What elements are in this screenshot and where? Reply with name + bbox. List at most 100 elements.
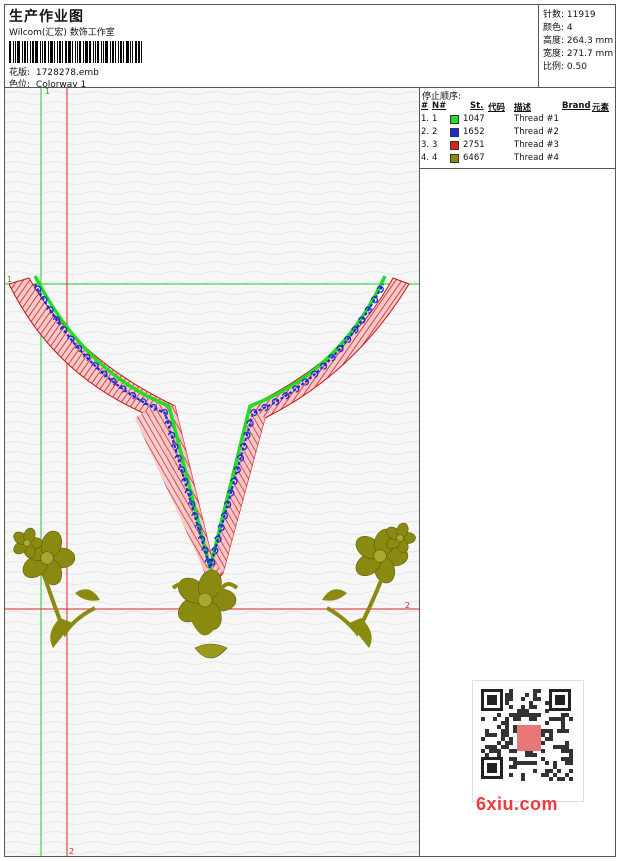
barcode-bar (15, 41, 16, 63)
qr-module (521, 709, 525, 713)
barcode-bar (42, 41, 43, 63)
qr-module (533, 769, 537, 773)
guide-label-bottom: 2 (69, 847, 74, 856)
qr-module (501, 729, 505, 733)
qr-module (565, 729, 569, 733)
qr-module (561, 713, 565, 717)
qr-module (509, 689, 513, 693)
row-code: 1047 (463, 114, 485, 124)
qr-module (513, 717, 517, 721)
qr-module (493, 749, 497, 753)
table-row: 4. 4 6467 Thread #4 (420, 152, 616, 165)
qr-module (505, 693, 509, 697)
qr-module (553, 745, 557, 749)
barcode-bar (138, 41, 140, 63)
qr-module (557, 769, 561, 773)
qr-module (529, 713, 533, 717)
qr-module (541, 773, 545, 777)
qr-module (505, 745, 509, 749)
barcode-bar (68, 41, 71, 63)
qr-module (485, 729, 489, 733)
row-number: 1. (421, 114, 430, 124)
barcode-bar (97, 41, 99, 63)
qr-module (553, 717, 557, 721)
qr-module (513, 765, 517, 769)
qr-module (505, 697, 509, 701)
row-desc: Thread #3 (514, 140, 559, 150)
barcode-bar (59, 41, 61, 63)
barcode-image (9, 41, 145, 63)
qr-module (561, 721, 565, 725)
row-code: 2751 (463, 140, 485, 150)
row-n: 1 (432, 114, 438, 124)
barcode-bar (83, 41, 84, 63)
color-swatch-green (450, 115, 459, 124)
barcode-bar (27, 41, 28, 63)
row-desc: Thread #1 (514, 114, 559, 124)
qr-module (537, 689, 541, 693)
qr-module (489, 749, 493, 753)
qr-module (513, 729, 517, 733)
barcode-bar (65, 41, 67, 63)
qr-module (533, 753, 537, 757)
qr-module (505, 717, 509, 721)
qr-module (533, 705, 537, 709)
barcode-bar (93, 41, 94, 63)
barcode-bar (62, 41, 63, 63)
qr-module (545, 761, 549, 765)
qr-module (569, 753, 573, 757)
qr-module (565, 741, 569, 745)
qr-module (569, 761, 573, 765)
barcode-bar (57, 41, 58, 63)
col-header-st: St. (470, 101, 484, 111)
qr-module (481, 749, 485, 753)
qr-module (569, 757, 573, 761)
qr-module (561, 725, 565, 729)
qr-module (505, 721, 509, 725)
barcode-bar (85, 41, 88, 63)
qr-module (509, 737, 513, 741)
watermark-qr-code (472, 680, 584, 802)
barcode-bar (103, 41, 104, 63)
qr-module (497, 749, 501, 753)
qr-module (521, 713, 525, 717)
qr-module (513, 757, 517, 761)
qr-module (541, 741, 545, 745)
qr-module (509, 749, 513, 753)
qr-module (521, 697, 525, 701)
qr-module (525, 713, 529, 717)
qr-module (545, 773, 549, 777)
qr-module (509, 697, 513, 701)
col-header-brand: Brand (562, 101, 591, 111)
qr-module (553, 761, 557, 765)
qr-module (533, 693, 537, 697)
qr-module (505, 701, 509, 705)
barcode-bar (130, 41, 131, 63)
page-title: 生产作业图 (9, 9, 84, 25)
barcode-bar (9, 41, 11, 63)
qr-module (517, 713, 521, 717)
qr-module (561, 729, 565, 733)
qr-module (497, 753, 501, 757)
qr-module (549, 729, 553, 733)
barcode-bar (118, 41, 119, 63)
col-header-element: 元素 (592, 103, 610, 113)
barcode-bar (54, 41, 55, 63)
row-desc: Thread #4 (514, 153, 559, 163)
qr-module (561, 745, 565, 749)
qr-module (557, 729, 561, 733)
qr-module (481, 737, 485, 741)
row-code: 1652 (463, 127, 485, 137)
panel-divider (420, 168, 616, 169)
qr-module (549, 777, 553, 781)
qr-finder-core (555, 695, 565, 705)
barcode-bar (126, 41, 129, 63)
qr-code-icon (481, 689, 573, 781)
qr-module (541, 749, 545, 753)
qr-module (525, 753, 529, 757)
row-number: 2. (421, 127, 430, 137)
qr-module (521, 773, 525, 777)
col-header-number: # (421, 101, 429, 111)
row-desc: Thread #2 (514, 127, 559, 137)
left-flower-small-center (23, 539, 31, 547)
